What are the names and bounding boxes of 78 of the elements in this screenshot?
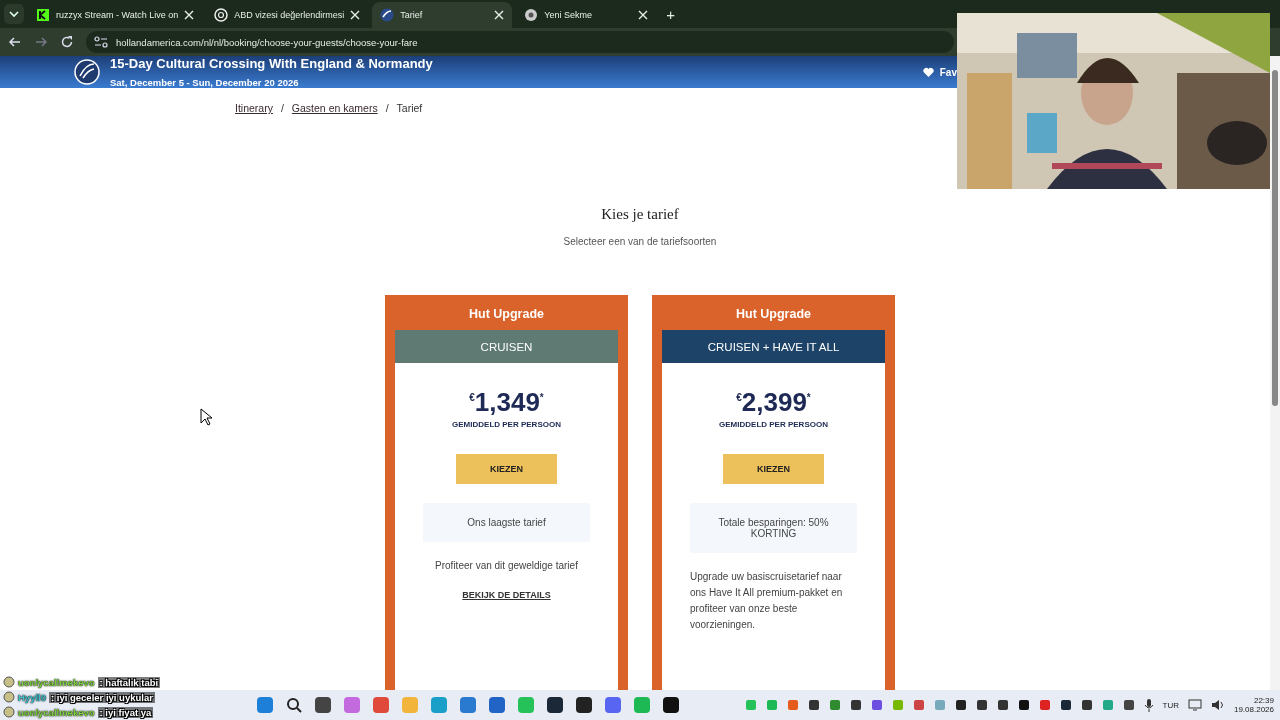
tray-icon[interactable] [975, 699, 988, 711]
choose-button[interactable]: KIEZEN [456, 454, 557, 484]
price-note: GEMIDDELD PER PERSOON [452, 420, 561, 429]
tab-title: ruzzyx Stream - Watch Live on [56, 10, 179, 20]
fare-description: Upgrade uw basiscruisetarief naar ons Have It All premium-pakket en profiteer van onze beste voorzieningen. [690, 570, 844, 632]
app-icon[interactable] [314, 696, 332, 714]
tab-list-icon[interactable] [4, 4, 24, 24]
fare-name: CRUISEN [395, 330, 618, 363]
favorite-link[interactable]: Fav [922, 66, 957, 78]
breadcrumb-current: Tarief [396, 102, 423, 114]
tray-icon[interactable] [1017, 699, 1030, 711]
tray-icon[interactable] [954, 699, 967, 711]
chat-username: uonlycallmekevo [18, 706, 95, 718]
app-icon[interactable] [575, 696, 593, 714]
new-tab-button[interactable]: + [660, 5, 681, 23]
trip-dates: Sat, December 5 - Sun, December 20 2026 [110, 77, 300, 88]
price-note: GEMIDDELD PER PERSOON [719, 420, 828, 429]
page-heading: Kies je tarief [601, 206, 679, 223]
tray-icon[interactable] [996, 699, 1009, 711]
trip-title: 15-Day Cultural Crossing With England & Normandy [110, 56, 434, 71]
breadcrumb-separator: / [280, 102, 284, 114]
fare-highlight: Ons laagste tarief [423, 503, 590, 542]
browser-tab[interactable]: ABD vizesi değerlendirmesi [206, 2, 369, 28]
badge-icon [3, 706, 15, 718]
fare-description: Profiteer van dit geweldige tarief [435, 559, 578, 573]
chat-message: : haftalık tabi [97, 676, 161, 688]
scrollbar[interactable] [1270, 56, 1280, 690]
fare-highlight: Totale besparingen: 50% KORTING [690, 503, 857, 553]
ship-logo-icon[interactable] [74, 59, 100, 85]
heart-icon [922, 67, 934, 77]
tray-icon[interactable] [849, 699, 862, 711]
close-icon[interactable] [184, 10, 195, 20]
browser-tab[interactable]: Yeni Sekme [516, 2, 657, 28]
choose-button[interactable]: KIEZEN [723, 454, 824, 484]
microphone-icon[interactable] [1143, 698, 1154, 712]
tab-title: Tarief [400, 10, 424, 20]
language-indicator[interactable]: TUR [1162, 700, 1179, 710]
search-icon[interactable] [285, 696, 303, 714]
breadcrumb-link[interactable]: Gasten en kamers [291, 102, 378, 114]
fare-name: CRUISEN + HAVE IT ALL [662, 330, 885, 363]
browser-tab[interactable]: ruzzyx Stream - Watch Live on [28, 2, 203, 28]
forward-icon[interactable] [34, 35, 48, 49]
tray-icon[interactable] [1080, 699, 1093, 711]
scrollbar-thumb[interactable] [1272, 70, 1278, 406]
k-logo-icon [36, 8, 50, 22]
breadcrumb-link[interactable]: Itinerary [235, 102, 273, 114]
browser-tab[interactable]: Tarief [372, 2, 513, 28]
app-icon[interactable] [546, 696, 564, 714]
upgrade-label: Hut Upgrade [735, 306, 812, 323]
tray-icon[interactable] [1122, 699, 1135, 711]
reload-icon[interactable] [60, 35, 74, 49]
circle-logo-icon [524, 8, 539, 22]
tray-icon[interactable] [1059, 699, 1072, 711]
ship-logo-icon [380, 8, 395, 22]
fare-price: $^{€}$2,399$^{*}$ [736, 387, 811, 418]
close-icon[interactable] [638, 10, 649, 20]
close-icon[interactable] [350, 10, 361, 20]
breadcrumb-separator: / [385, 102, 389, 114]
chat-username: Hyyll0 [18, 691, 46, 703]
site-settings-icon[interactable] [94, 36, 108, 48]
fare-price: $^{€}$1,349$^{*}$ [469, 387, 544, 418]
clock[interactable]: 22:39 19.08.2026 [1233, 696, 1274, 714]
tab-title: Yeni Sekme [544, 10, 593, 20]
close-icon[interactable] [494, 10, 505, 20]
badge-icon [3, 676, 15, 688]
badge-icon [3, 691, 15, 703]
tray-icon[interactable] [807, 699, 820, 711]
app-icon[interactable] [662, 696, 680, 714]
upgrade-label: Hut Upgrade [468, 306, 545, 323]
url-text: hollandamerica.com/nl/nl/booking/choose-your-guests/choose-your-fare [116, 36, 418, 48]
chat-username: uonlycallmekevo [18, 676, 95, 688]
back-icon[interactable] [8, 35, 22, 49]
page-subheading: Selecteer een van de tariefsoorten [563, 236, 717, 247]
details-link[interactable]: BEKIJK DE DETAILS [462, 590, 551, 600]
volume-icon[interactable] [1210, 699, 1225, 711]
address-bar[interactable]: hollandamerica.com/nl/nl/booking/choose-your-guests/choose-your-fare [86, 31, 954, 53]
cursor-icon [200, 408, 212, 426]
tab-title: ABD vizesi değerlendirmesi [234, 10, 345, 20]
